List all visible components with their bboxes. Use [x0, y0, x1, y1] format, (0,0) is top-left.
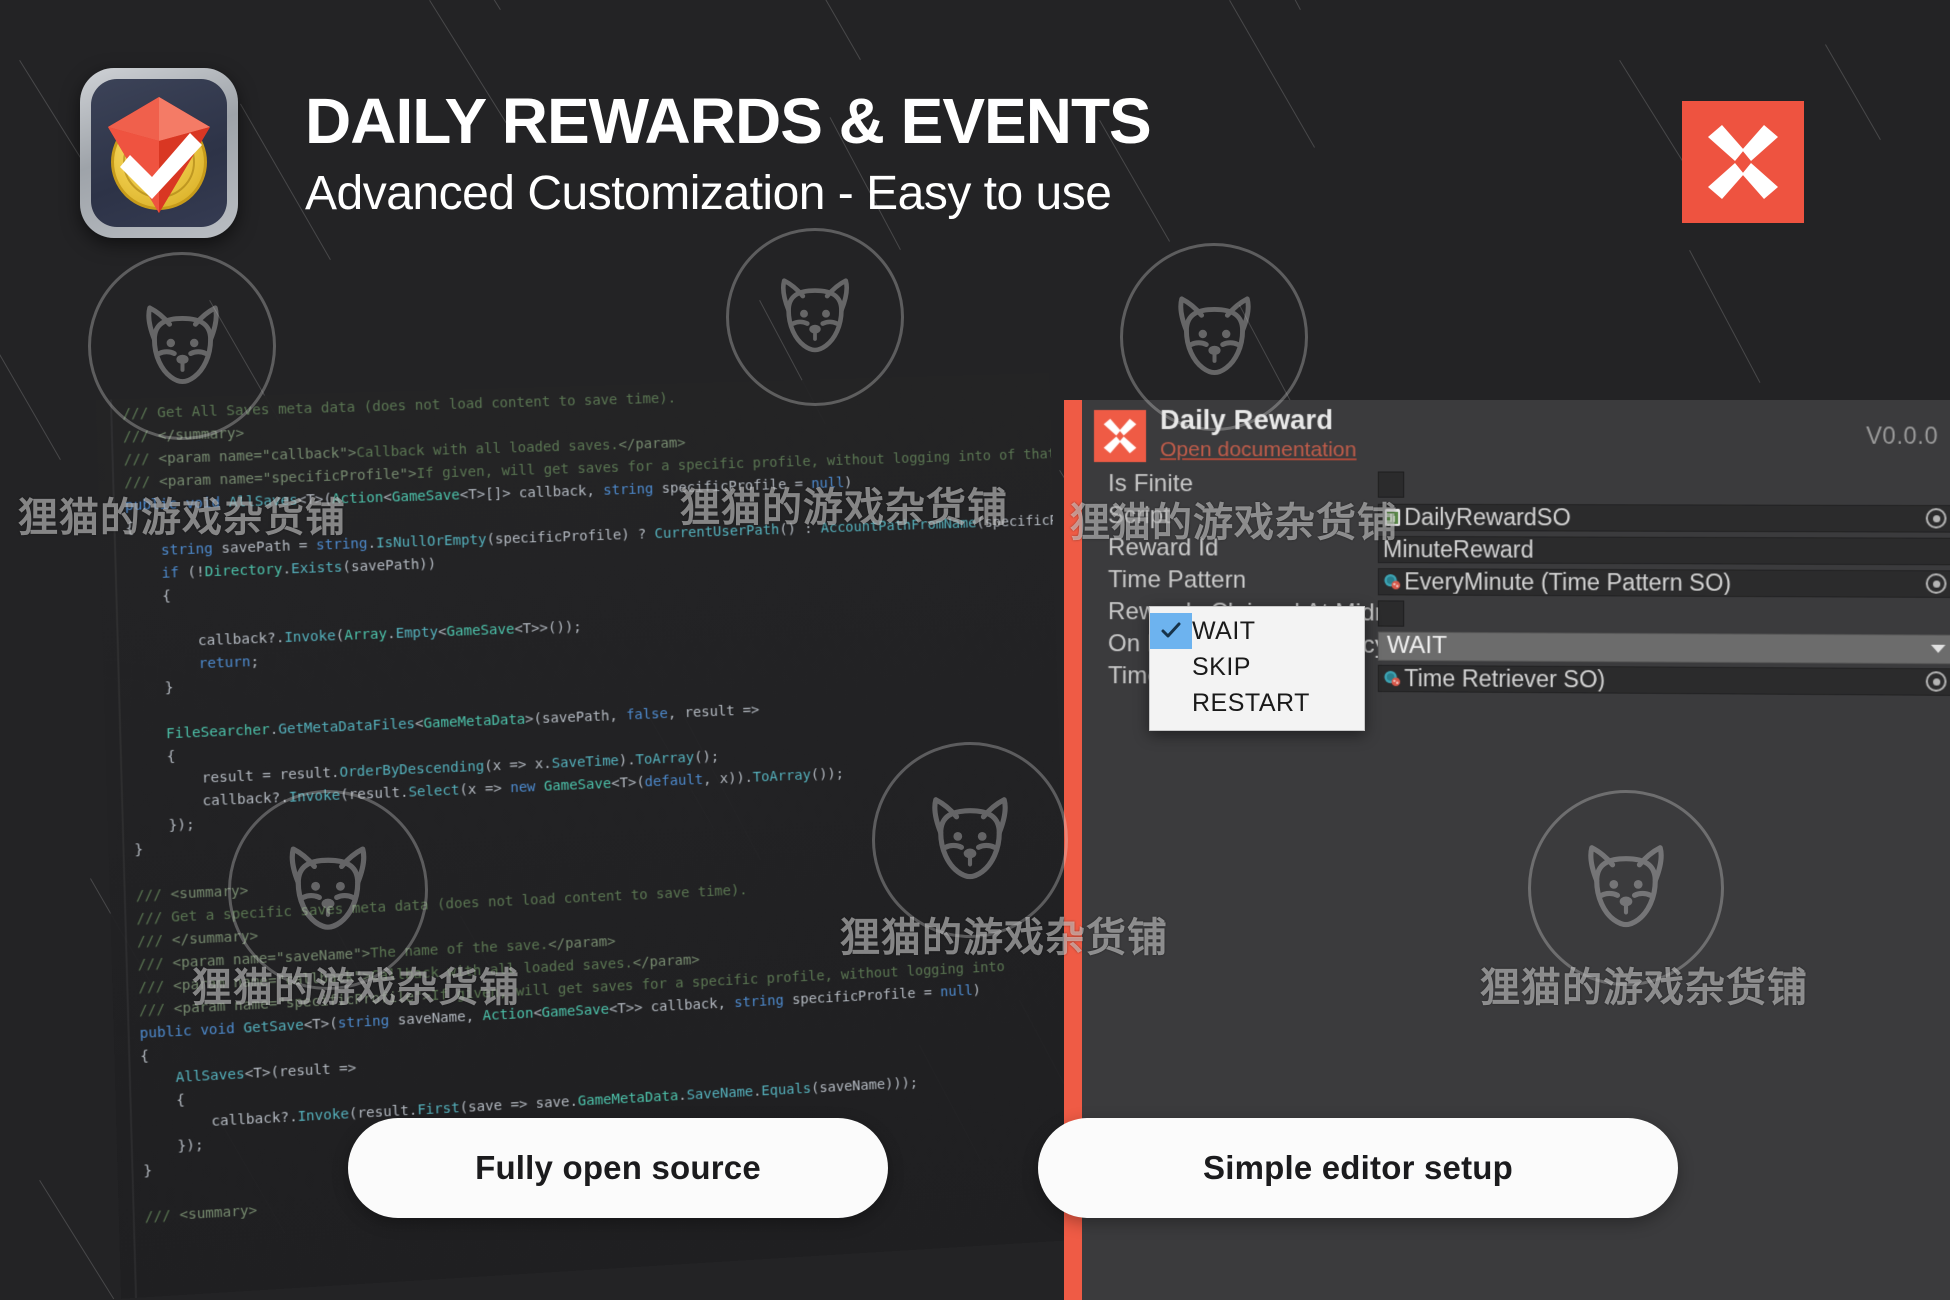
- hairline: [1229, 0, 1315, 148]
- object-picker-icon[interactable]: [1925, 573, 1947, 594]
- field-time-retriever-so[interactable]: Time Retriever SO): [1377, 664, 1950, 696]
- inspector-row-label: Script: [1107, 502, 1171, 530]
- code-text: /// Get All Saves meta data (does not lo…: [122, 390, 1073, 1226]
- on-reward-missed-policy-menu[interactable]: WAIT SKIP RESTART: [1149, 606, 1365, 731]
- inspector-row-label: Reward Id: [1107, 534, 1219, 562]
- object-picker-icon[interactable]: [1925, 671, 1947, 692]
- check-slot: [1150, 649, 1192, 685]
- inspector-row: Time Pattern EveryMinute (Time Pattern SO…: [1082, 564, 1950, 600]
- menu-item-wait[interactable]: WAIT: [1150, 613, 1364, 649]
- checkbox-is-finite[interactable]: [1377, 471, 1405, 498]
- dropdown-on-reward-missed-policy[interactable]: WAIT: [1377, 631, 1950, 664]
- menu-item-restart[interactable]: RESTART: [1150, 685, 1364, 721]
- dropdown-value: WAIT: [1386, 631, 1447, 660]
- fully-open-source-badge[interactable]: Fully open source: [348, 1118, 888, 1218]
- inspector-row: Is Finite: [1082, 468, 1950, 502]
- inspector-row-label: Is Finite: [1107, 470, 1194, 498]
- scriptable-object-icon: [1383, 571, 1401, 591]
- x-script-icon: [1093, 410, 1147, 463]
- x-brand-logo: [1682, 101, 1804, 223]
- object-picker-icon[interactable]: [1925, 508, 1947, 529]
- menu-item-label: SKIP: [1192, 652, 1251, 681]
- chevron-down-icon: [1930, 644, 1946, 653]
- hairline: [1825, 44, 1881, 140]
- menu-item-label: WAIT: [1192, 616, 1256, 645]
- hairline: [800, 0, 861, 60]
- inspector-row: Script DailyRewardSO: [1082, 500, 1950, 535]
- inspector-header: Daily Reward Open documentation V0.0.0: [1082, 400, 1950, 469]
- field-value: EveryMinute (Time Pattern SO): [1404, 569, 1732, 595]
- field-value: Time Retriever SO): [1404, 666, 1606, 692]
- check-slot: [1150, 685, 1192, 721]
- x-logo-icon: [1708, 125, 1778, 199]
- app-icon: [80, 68, 238, 238]
- gem-checkmark-icon: [108, 97, 210, 213]
- inspector-row-label: Time Pattern: [1107, 566, 1247, 594]
- hairline: [436, 0, 501, 10]
- promo-banner: DAILY REWARDS & EVENTS Advanced Customiz…: [0, 0, 1950, 1300]
- inspector-title: Daily Reward: [1160, 405, 1334, 436]
- inspector-row: Reward Id MinuteReward: [1082, 532, 1950, 567]
- field-script[interactable]: DailyRewardSO: [1377, 503, 1950, 533]
- hairline: [1689, 250, 1761, 383]
- script-asset-icon: [1383, 507, 1401, 527]
- simple-editor-setup-badge[interactable]: Simple editor setup: [1038, 1118, 1678, 1218]
- check-icon: [1150, 613, 1192, 649]
- field-value: MinuteReward: [1382, 537, 1534, 562]
- field-time-pattern[interactable]: EveryMinute (Time Pattern SO): [1377, 567, 1950, 598]
- menu-item-skip[interactable]: SKIP: [1150, 649, 1364, 685]
- hairline: [39, 1180, 115, 1300]
- version-label: V0.0.0: [1866, 422, 1939, 449]
- title-block: DAILY REWARDS & EVENTS Advanced Customiz…: [305, 85, 1152, 221]
- hairline: [19, 60, 84, 163]
- checkbox-rewards-claimed-at-midnight[interactable]: [1377, 600, 1405, 627]
- menu-item-label: RESTART: [1192, 688, 1310, 717]
- field-value: DailyRewardSO: [1404, 505, 1571, 529]
- scriptable-object-icon: [1383, 668, 1401, 688]
- hairline: [1238, 0, 1301, 10]
- open-documentation-link[interactable]: Open documentation: [1160, 438, 1356, 462]
- field-reward-id[interactable]: MinuteReward: [1377, 535, 1950, 565]
- hairline: [0, 346, 61, 460]
- page-title: DAILY REWARDS & EVENTS: [305, 85, 1152, 157]
- hairline: [1619, 60, 1684, 163]
- page-subtitle: Advanced Customization - Easy to use: [305, 167, 1112, 221]
